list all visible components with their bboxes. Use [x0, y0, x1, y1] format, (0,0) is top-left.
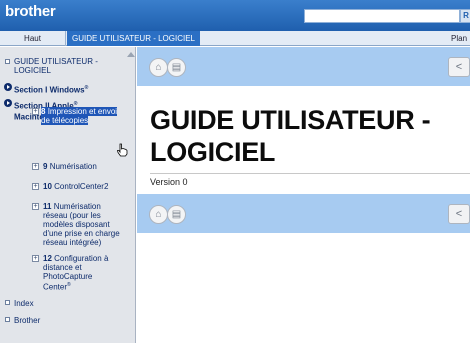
sidebar-toc: GUIDE UTILISATEUR - LOGICIEL Section I W…	[0, 47, 136, 343]
hand-cursor-icon	[116, 143, 128, 157]
sidebar-item-index[interactable]: Index	[14, 299, 34, 308]
nav-bar-top: ⌂ ▤ <	[137, 47, 470, 86]
page-title: GUIDE UTILISATEUR - LOGICIEL	[150, 105, 431, 167]
scroll-up-arrow-icon[interactable]	[127, 52, 135, 57]
title-divider	[150, 173, 470, 174]
expand-icon[interactable]: +	[32, 255, 39, 262]
expand-icon[interactable]: +	[32, 163, 39, 170]
tab-bar: Haut GUIDE UTILISATEUR - LOGICIEL Plan	[0, 31, 470, 46]
sidebar-item-ch9[interactable]: 9 Numérisation	[43, 162, 129, 171]
tab-plan[interactable]: Plan	[446, 31, 470, 46]
page-icon	[5, 300, 10, 305]
contents-icon[interactable]: ▤	[167, 58, 186, 77]
section-arrow-icon	[4, 83, 12, 91]
section-arrow-icon	[4, 99, 12, 107]
sidebar-item-ch12[interactable]: 12 Configuration à distance et PhotoCapt…	[43, 254, 131, 292]
sidebar-item-guide[interactable]: GUIDE UTILISATEUR - LOGICIEL	[14, 57, 124, 75]
contents-icon[interactable]: ▤	[167, 205, 186, 224]
sidebar-item-brother[interactable]: Brother	[14, 316, 40, 325]
nav-bar-bottom: ⌂ ▤ <	[137, 194, 470, 233]
header-bar: brother R	[0, 0, 470, 31]
back-button[interactable]: <	[448, 57, 470, 77]
sidebar-item-section-windows[interactable]: Section I Windows®	[14, 84, 129, 95]
page-icon	[5, 59, 10, 64]
sidebar-item-ch10[interactable]: 10 ControlCenter2	[43, 182, 129, 191]
back-button[interactable]: <	[448, 204, 470, 224]
search-button[interactable]: R	[460, 9, 470, 23]
search-input[interactable]	[304, 9, 460, 23]
version-text: Version 0	[150, 177, 188, 187]
tab-guide[interactable]: GUIDE UTILISATEUR - LOGICIEL	[67, 31, 200, 46]
page-icon	[5, 317, 10, 322]
home-icon[interactable]: ⌂	[149, 205, 168, 224]
expand-icon[interactable]: +	[32, 108, 39, 115]
sidebar-item-ch8[interactable]: 8 Impression et envoi de télécopies	[41, 107, 127, 125]
sidebar-item-ch11[interactable]: 11 Numérisation réseau (pour les modèles…	[43, 202, 131, 247]
main-content: ⌂ ▤ < GUIDE UTILISATEUR - LOGICIEL Versi…	[137, 47, 470, 343]
brother-logo: brother	[5, 3, 56, 20]
expand-icon[interactable]: +	[32, 183, 39, 190]
home-icon[interactable]: ⌂	[149, 58, 168, 77]
expand-icon[interactable]: +	[32, 203, 39, 210]
tab-home[interactable]: Haut	[0, 31, 66, 46]
